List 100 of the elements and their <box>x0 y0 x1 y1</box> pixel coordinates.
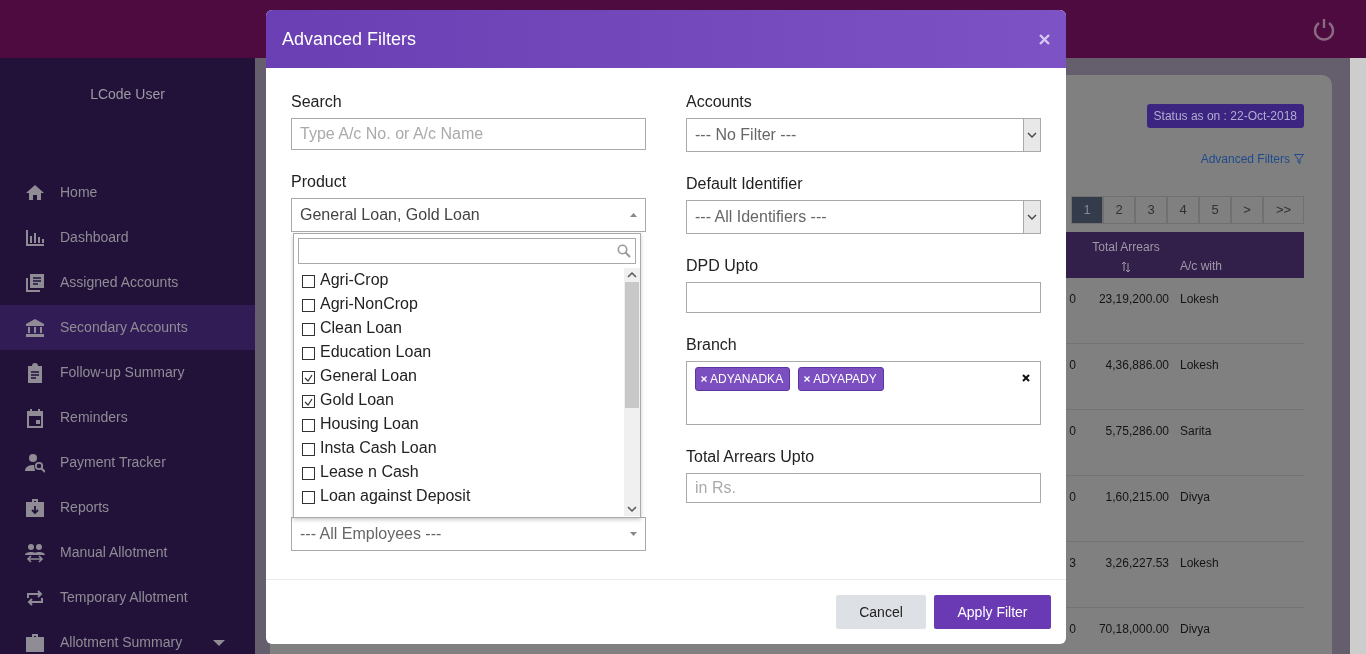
sidebar-item[interactable]: Allotment Summary <box>0 620 255 654</box>
briefcase-icon <box>25 632 45 653</box>
close-icon[interactable] <box>1039 33 1050 45</box>
clear-icon[interactable] <box>1022 374 1030 382</box>
checkbox[interactable] <box>302 443 315 456</box>
clipboard-icon <box>25 362 45 383</box>
dropdown-option[interactable]: Education Loan <box>294 340 624 364</box>
chevron-down-icon <box>1027 214 1037 220</box>
user-name: LCode User <box>89 85 166 104</box>
modal-title: Advanced Filters <box>282 27 417 51</box>
checkbox[interactable] <box>302 395 315 408</box>
checkbox[interactable] <box>302 347 315 360</box>
table-cell: 4,36,886.00 <box>1105 358 1169 372</box>
page-link[interactable]: 5 <box>1199 196 1231 224</box>
branch-tag[interactable]: ADYAPADY <box>798 367 884 391</box>
list-scrollbar[interactable] <box>624 268 640 516</box>
power-icon[interactable] <box>1312 17 1336 41</box>
table-cell: 0 <box>1069 490 1076 504</box>
dropdown-option[interactable]: Lease n Cash <box>294 460 624 484</box>
table-cell: 1,60,215.00 <box>1105 490 1169 504</box>
dropdown-option[interactable]: Housing Loan <box>294 412 624 436</box>
field-label: Default Identifier <box>686 174 804 194</box>
page-link[interactable]: 1 <box>1071 196 1103 224</box>
home-icon <box>25 182 45 203</box>
sidebar-item[interactable]: Assigned Accounts <box>0 260 255 305</box>
page-link[interactable]: 4 <box>1167 196 1199 224</box>
status-badge: Status as on : 22-Oct-2018 <box>1146 104 1304 128</box>
sidebar-item[interactable]: Dashboard <box>0 215 255 260</box>
cancel-button[interactable]: Cancel <box>836 595 926 629</box>
dropdown-option[interactable]: Agri-NonCrop <box>294 292 624 316</box>
column-header: Total Arrears <box>1092 239 1160 256</box>
checkbox[interactable] <box>302 299 315 312</box>
table-cell: 3,26,227.53 <box>1105 556 1169 570</box>
person-search-icon <box>25 452 45 473</box>
checkbox[interactable] <box>302 467 315 480</box>
apply-button[interactable]: Apply Filter <box>934 595 1051 629</box>
dropdown-option[interactable]: Agri-Crop <box>294 268 624 292</box>
dropdown-option[interactable]: General Loan <box>294 364 624 388</box>
table-cell: 0 <box>1069 358 1076 372</box>
list-icon <box>25 272 45 293</box>
sidebar-item[interactable]: Payment Tracker <box>0 440 255 485</box>
people-icon <box>25 542 45 563</box>
checkbox[interactable] <box>302 419 315 432</box>
table-cell: Divya <box>1180 622 1210 636</box>
product-select[interactable]: General Loan, Gold Loan <box>291 198 646 232</box>
dpd-field[interactable] <box>686 282 1041 313</box>
arrears-field[interactable]: in Rs. <box>686 473 1041 503</box>
branch-tag[interactable]: ADYANADKA <box>695 367 791 391</box>
page-link[interactable]: >> <box>1263 196 1304 224</box>
sidebar-item[interactable]: Follow-up Summary <box>0 350 255 395</box>
caret-down-icon <box>630 532 637 536</box>
bar-chart-icon <box>25 227 45 248</box>
briefcase-icon <box>25 497 45 518</box>
chevron-down-icon <box>1027 132 1037 138</box>
field-label: Total Arrears Upto <box>686 447 816 467</box>
page-link[interactable]: > <box>1231 196 1263 224</box>
dropdown-option[interactable]: Insta Cash Loan <box>294 436 624 460</box>
checkbox[interactable] <box>302 275 315 288</box>
search-field[interactable]: Type A/c No. or A/c Name <box>291 118 646 150</box>
sidebar-item[interactable]: Secondary Accounts <box>0 305 255 350</box>
sidebar-item[interactable]: Reports <box>0 485 255 530</box>
table-cell: Divya <box>1180 490 1210 504</box>
page-link[interactable]: 3 <box>1135 196 1167 224</box>
remove-icon[interactable] <box>701 376 707 382</box>
identifier-select[interactable]: --- All Identifiers --- <box>686 200 1041 234</box>
employee-select[interactable]: --- All Employees --- <box>291 517 646 551</box>
table-cell: 70,18,000.00 <box>1098 622 1169 636</box>
sort-icon[interactable] <box>1121 262 1131 272</box>
table-cell: Sarita <box>1180 424 1212 438</box>
sidebar-item[interactable]: Home <box>0 170 255 215</box>
sidebar-item[interactable]: Manual Allotment <box>0 530 255 575</box>
checkbox[interactable] <box>302 371 315 384</box>
field-label: Branch <box>686 335 738 355</box>
field-label: Accounts <box>686 92 753 112</box>
accounts-select[interactable]: --- No Filter --- <box>686 118 1041 152</box>
swap-arrows-icon <box>25 587 45 608</box>
sidebar-item[interactable]: Temporary Allotment <box>0 575 255 620</box>
bank-icon <box>25 317 45 338</box>
table-cell: 23,19,200.00 <box>1098 292 1169 306</box>
table-cell: Lokesh <box>1180 292 1219 306</box>
dropdown-option[interactable]: Clean Loan <box>294 316 624 340</box>
dropdown-option[interactable]: Loan against Deposit <box>294 484 624 508</box>
dropdown-search-field[interactable] <box>298 238 636 264</box>
page-link[interactable]: 2 <box>1103 196 1135 224</box>
sidebar-item[interactable]: Reminders <box>0 395 255 440</box>
filter-icon <box>1294 154 1304 164</box>
dropdown-option[interactable]: Gold Loan <box>294 388 624 412</box>
calendar-icon <box>25 407 45 428</box>
remove-icon[interactable] <box>804 376 811 382</box>
caret-up-icon <box>630 213 637 217</box>
table-cell: 3 <box>1069 556 1076 570</box>
check-icon <box>304 397 313 406</box>
scrollbar-thumb[interactable] <box>625 282 639 408</box>
checkbox[interactable] <box>302 491 315 504</box>
search-icon <box>617 244 631 258</box>
branch-select[interactable]: ADYANADKA ADYAPADY <box>686 361 1041 425</box>
table-cell: Lokesh <box>1180 358 1219 372</box>
table-cell: 0 <box>1069 622 1076 636</box>
scrollbar[interactable] <box>1350 58 1366 654</box>
checkbox[interactable] <box>302 323 315 336</box>
